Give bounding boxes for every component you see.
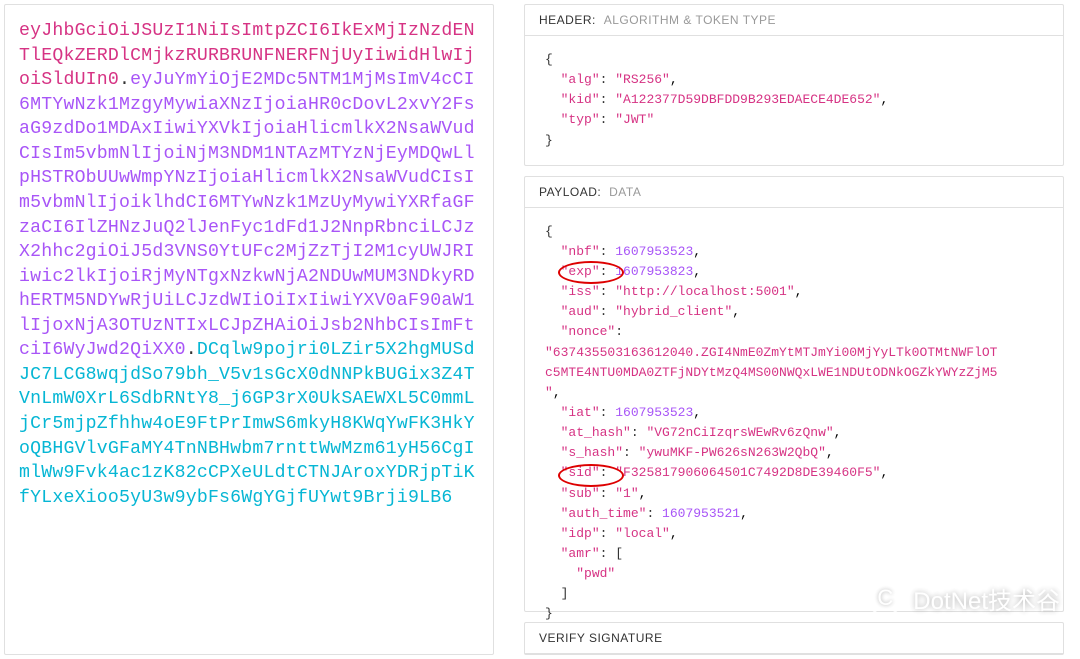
jwt-debugger-container: eyJhbGciOiJSUzI1NiIsImtpZCI6IkExMjIzNzdE… <box>4 4 1080 655</box>
token-payload-segment: eyJuYmYiOjE2MDc5NTM1MjMsImV4cCI6MTYwNzk1… <box>19 70 475 360</box>
token-signature-segment: DCqlw9pojri0LZir5X2hgMUSdJC7LCG8wqjdSo79… <box>19 340 475 507</box>
dot: . <box>186 340 197 360</box>
dot: . <box>119 70 130 90</box>
decoded-panel: HEADER: ALGORITHM & TOKEN TYPE { "alg": … <box>524 4 1064 655</box>
encoded-token-panel: eyJhbGciOiJSUzI1NiIsImtpZCI6IkExMjIzNzdE… <box>4 4 494 655</box>
payload-section: PAYLOAD: DATA { "nbf": 1607953523, "exp"… <box>524 176 1064 612</box>
header-section-title: HEADER: ALGORITHM & TOKEN TYPE <box>525 5 1063 36</box>
encoded-token[interactable]: eyJhbGciOiJSUzI1NiIsImtpZCI6IkExMjIzNzdE… <box>19 19 479 510</box>
header-json[interactable]: { "alg": "RS256", "kid": "A122377D59DBFD… <box>525 36 1063 165</box>
payload-section-title: PAYLOAD: DATA <box>525 177 1063 208</box>
header-section: HEADER: ALGORITHM & TOKEN TYPE { "alg": … <box>524 4 1064 166</box>
payload-json[interactable]: { "nbf": 1607953523, "exp": 1607953823, … <box>525 208 1063 639</box>
